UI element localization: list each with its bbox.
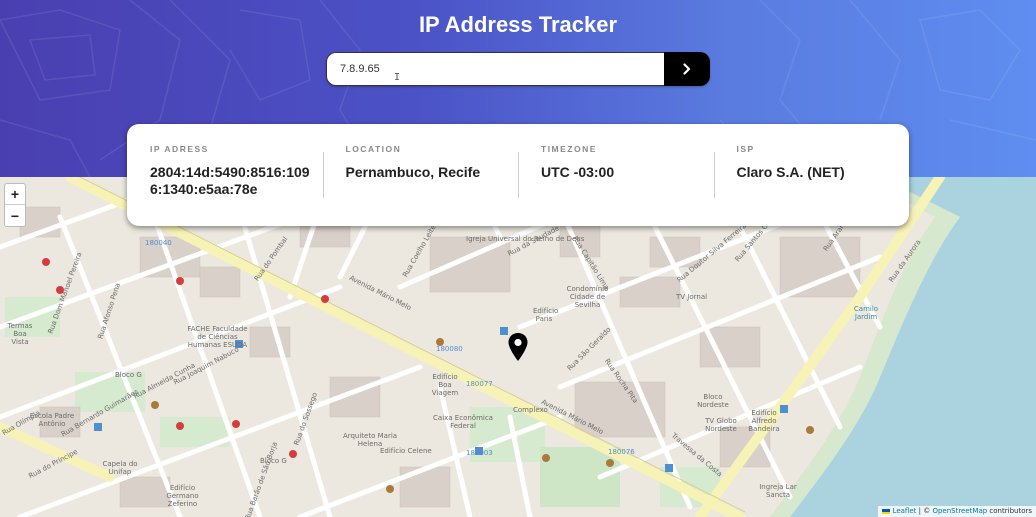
openstreetmap-link[interactable]: OpenStreetMap xyxy=(932,507,987,515)
map-zoom-control: + − xyxy=(4,183,26,227)
ip-search-form xyxy=(326,52,710,86)
map-place-label: Edifício Celene xyxy=(380,447,432,455)
location-label: LOCATION xyxy=(345,144,402,154)
ip-search-input[interactable] xyxy=(326,52,664,86)
map-place-label: Edifício Paris xyxy=(533,307,559,323)
ip-address-value: 2804:14d:5490:8516:1096:1340:e5aa:78e xyxy=(150,164,310,197)
divider xyxy=(322,152,324,198)
map-place-label: Caixa Econômica Federal xyxy=(433,414,493,430)
map-place-label: Ingreja Lar Sancta xyxy=(759,483,797,499)
map-bus-stop-label: 180040 xyxy=(145,239,172,247)
page-title: IP Address Tracker xyxy=(418,12,618,37)
isp-value: Claro S.A. (NET) xyxy=(736,164,845,180)
map-place-label: Capela do Unifap xyxy=(102,460,138,476)
map-place-label: Arquiteto Maria Helena xyxy=(342,432,398,448)
map-place-label: TV Globo Nordeste xyxy=(705,417,737,433)
zoom-out-button[interactable]: − xyxy=(5,205,25,226)
map-place-label: Edifício Germano Zeferino xyxy=(166,484,199,508)
attribution-suffix: contributors xyxy=(987,507,1032,515)
location-pin-icon[interactable] xyxy=(507,332,529,362)
divider xyxy=(713,152,715,198)
divider xyxy=(518,152,519,198)
map-place-label: Bloco Nordeste xyxy=(697,393,729,409)
zoom-in-button[interactable]: + xyxy=(5,184,25,205)
ip-address-label: IP ADRESS xyxy=(150,144,209,154)
ip-address-section: IP ADRESS 2804:14d:5490:8516:1096:1340:e… xyxy=(127,124,323,226)
leaflet-link[interactable]: Leaflet xyxy=(893,507,917,515)
map-place-label: Camilo Jardim xyxy=(853,305,879,321)
map-place-label: Complexo xyxy=(513,406,548,414)
map-place-label: Edifício Alfredo Bandeira xyxy=(748,409,780,433)
map-place-label: Edifício Boa Viagem xyxy=(431,373,459,397)
map-place-label: Termas Boa Vista xyxy=(7,322,33,346)
map-place-label: Bloco G xyxy=(115,371,142,379)
search-submit-button[interactable] xyxy=(664,52,710,86)
map-attribution: Leaflet | © OpenStreetMap contributors xyxy=(878,506,1036,517)
location-section: LOCATION Pernambuco, Recife xyxy=(322,124,519,226)
map-bus-stop-label: 180080 xyxy=(436,345,463,353)
ip-info-card: IP ADRESS 2804:14d:5490:8516:1096:1340:e… xyxy=(127,124,909,226)
attribution-separator: | © xyxy=(916,507,933,515)
isp-label: ISP xyxy=(736,144,755,154)
timezone-value: UTC -03:00 xyxy=(541,164,615,180)
isp-section: ISP Claro S.A. (NET) xyxy=(713,124,910,226)
map-bus-stop-label: 180076 xyxy=(608,448,635,456)
timezone-label: TIMEZONE xyxy=(541,144,597,154)
text-cursor-icon: I xyxy=(394,72,401,83)
map-bus-stop-label: 180003 xyxy=(466,449,493,457)
map-bus-stop-label: 180077 xyxy=(466,380,493,388)
map-place-label: FACHE Faculdade de Ciências Humanas ESUD… xyxy=(187,325,248,349)
timezone-section: TIMEZONE UTC -03:00 xyxy=(518,124,714,226)
leaflet-flag-icon xyxy=(882,508,891,514)
chevron-right-icon xyxy=(683,63,691,75)
location-value: Pernambuco, Recife xyxy=(345,164,481,180)
map-place-label: TV Jornal xyxy=(676,293,708,301)
